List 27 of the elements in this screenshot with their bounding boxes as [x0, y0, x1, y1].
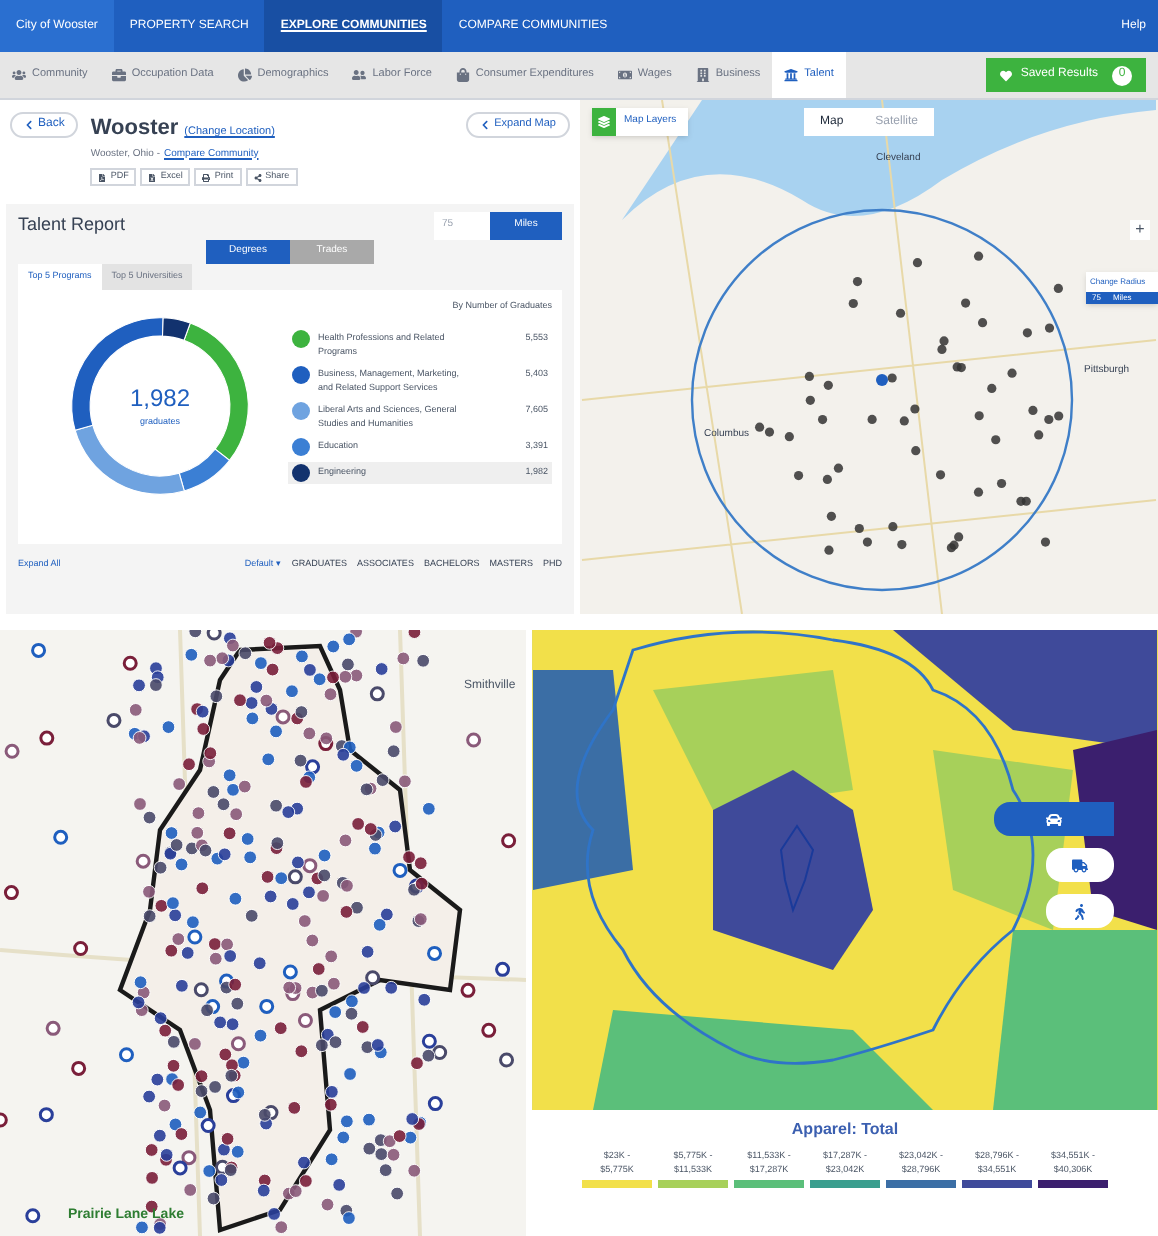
- tab-icon: [617, 68, 632, 82]
- tab-icon: [352, 68, 367, 82]
- tab-icon: [695, 68, 710, 82]
- car-icon: [1046, 811, 1062, 827]
- tab-icon: [455, 68, 470, 82]
- heart-icon: [1000, 69, 1013, 81]
- travel-mode-button[interactable]: [1046, 894, 1114, 928]
- chevron-icon: [480, 120, 491, 130]
- zoom-in-button[interactable]: +: [1130, 220, 1150, 240]
- legend-title: Apparel: Total: [791, 1118, 899, 1142]
- travel-mode-button[interactable]: [994, 802, 1114, 836]
- action-icon: [98, 173, 107, 181]
- tab-icon: [784, 68, 799, 82]
- layers-icon: [598, 116, 610, 128]
- total-value: 1,982: [129, 382, 191, 417]
- truck-icon: [1072, 857, 1088, 873]
- walking-person-icon: [1072, 903, 1088, 919]
- travel-mode-button[interactable]: [1046, 848, 1114, 882]
- tab-icon: [111, 68, 126, 82]
- report-title: Talent Report: [18, 212, 126, 239]
- tab-icon: [12, 68, 26, 82]
- action-icon: [253, 173, 262, 181]
- action-icon: [202, 173, 211, 181]
- action-icon: [148, 173, 157, 181]
- tab-icon: [237, 68, 252, 82]
- community-title: Wooster: [90, 114, 179, 144]
- chevron-icon: [24, 120, 34, 130]
